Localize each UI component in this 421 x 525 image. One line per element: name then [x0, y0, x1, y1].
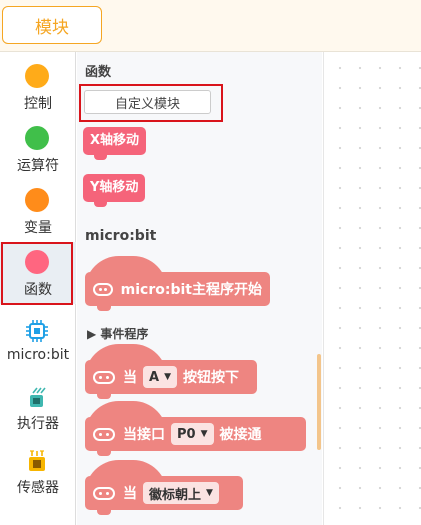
functions-dot-icon	[25, 250, 49, 274]
pin-connected-event-block[interactable]: 当接口 P0 ▼ 被接通	[85, 401, 306, 456]
category-actuators[interactable]: 执行器	[0, 376, 76, 438]
block-text: 按钮按下	[182, 370, 239, 386]
block-notch	[94, 154, 107, 160]
block-body: 当 徽标朝上 ▼	[85, 476, 243, 515]
block-notch	[94, 201, 107, 207]
actuator-chip-icon	[30, 387, 46, 407]
category-label: 函数	[24, 282, 52, 298]
microbit-face-icon	[93, 427, 115, 441]
x-axis-move-block[interactable]: X轴移动	[83, 127, 147, 160]
top-bar: 模块	[0, 0, 421, 52]
events-expand-toggle[interactable]: ▶ 事件程序	[87, 325, 148, 342]
block-notch	[97, 393, 111, 399]
button-pressed-event-block[interactable]: 当 A ▼ 按钮按下	[85, 344, 257, 399]
category-variables[interactable]: 变量	[0, 180, 76, 242]
microbit-chip-icon	[26, 320, 48, 342]
block-text: 当	[123, 370, 137, 386]
code-workspace[interactable]	[323, 52, 421, 525]
block-text: 当接口	[123, 427, 165, 443]
category-microbit[interactable]: micro:bit	[0, 310, 76, 372]
category-sensors[interactable]: 传感器	[0, 440, 76, 502]
microbit-face-icon	[93, 282, 113, 296]
block-label: micro:bit主程序开始	[120, 282, 262, 298]
block-body: 当接口 P0 ▼ 被接通	[85, 417, 306, 456]
flyout-scrollbar[interactable]	[317, 354, 321, 450]
block-text: 当	[123, 486, 137, 502]
operators-dot-icon	[25, 126, 49, 150]
category-label: micro:bit	[6, 347, 70, 363]
block-notch	[97, 509, 111, 515]
gesture-dropdown[interactable]: 徽标朝上 ▼	[143, 482, 219, 504]
category-label: 传感器	[17, 480, 59, 496]
functions-section-title: 函数	[85, 65, 112, 80]
caret-down-icon: ▼	[206, 488, 213, 498]
block-notch	[97, 305, 111, 311]
caret-down-icon: ▼	[164, 372, 171, 382]
block-notch	[97, 450, 111, 456]
category-label: 执行器	[17, 416, 59, 432]
category-functions[interactable]: 函数	[0, 242, 76, 304]
control-dot-icon	[25, 64, 49, 88]
dropdown-value: P0	[177, 426, 196, 442]
caret-down-icon: ▼	[200, 429, 208, 439]
category-label: 控制	[24, 96, 52, 112]
dropdown-value: 徽标朝上	[149, 487, 202, 503]
sensor-chip-icon	[29, 450, 45, 471]
category-sidebar: 控制 运算符 变量 函数 micro:bit 执行器 传感器	[0, 52, 76, 525]
button-dropdown[interactable]: A ▼	[143, 366, 177, 388]
category-label: 变量	[24, 220, 52, 236]
block-flyout: 函数 自定义模块 X轴移动 Y轴移动 micro:bit micro:bit主程…	[77, 52, 322, 525]
dropdown-value: A	[149, 369, 160, 385]
modules-tab-button[interactable]: 模块	[2, 6, 102, 44]
block-label: Y轴移动	[90, 180, 139, 195]
microbit-face-icon	[93, 370, 115, 384]
category-operators[interactable]: 运算符	[0, 118, 76, 180]
pin-dropdown[interactable]: P0 ▼	[171, 423, 214, 445]
variables-dot-icon	[25, 188, 49, 212]
block-text: 被接通	[219, 427, 262, 443]
gesture-event-block[interactable]: 当 徽标朝上 ▼	[85, 460, 243, 515]
category-control[interactable]: 控制	[0, 56, 76, 118]
y-axis-move-block[interactable]: Y轴移动	[83, 174, 146, 207]
microbit-face-icon	[93, 486, 115, 500]
category-label: 运算符	[17, 158, 59, 174]
block-body: 当 A ▼ 按钮按下	[85, 360, 257, 399]
block-body: micro:bit主程序开始	[85, 272, 270, 311]
block-label: X轴移动	[90, 133, 140, 148]
custom-block-button[interactable]: 自定义模块	[84, 90, 211, 114]
microbit-main-program-block[interactable]: micro:bit主程序开始	[85, 256, 270, 311]
microbit-section-title: micro:bit	[85, 228, 157, 244]
